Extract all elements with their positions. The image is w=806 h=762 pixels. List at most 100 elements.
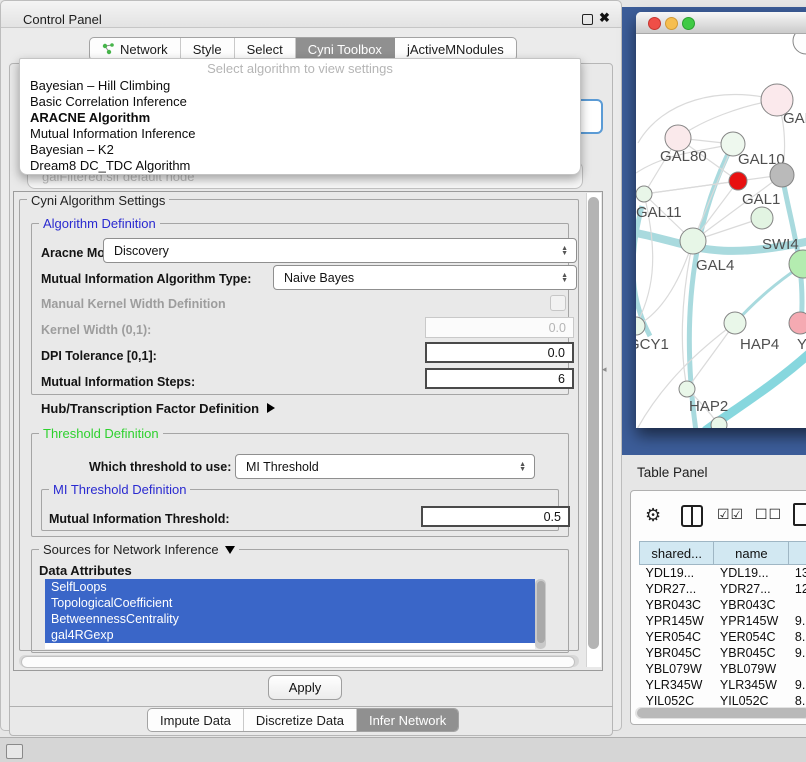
panel-dock-icon[interactable] (6, 744, 23, 759)
minimize-traffic-icon[interactable] (665, 17, 678, 30)
network-node-y[interactable] (789, 312, 806, 334)
algorithm-option[interactable]: ARACNE Algorithm (22, 110, 578, 126)
tab-cyni-toolbox[interactable]: Cyni Toolbox (296, 38, 395, 60)
attribute-list-item[interactable]: TopologicalCoefficient (45, 595, 535, 611)
table-column-header[interactable] (789, 542, 806, 565)
table-row[interactable]: YDL19...YDL19...13 (640, 565, 806, 582)
table-row[interactable]: YBL079WYBL079W (640, 661, 806, 677)
algorithm-option[interactable]: Basic Correlation Inference (22, 94, 578, 110)
network-edge[interactable] (687, 323, 735, 389)
table-cell[interactable]: YBR045C (640, 645, 714, 661)
network-node[interactable] (711, 417, 727, 428)
algorithm-option[interactable]: Dream8 DC_TDC Algorithm (22, 158, 578, 174)
which-threshold-combo[interactable]: MI Threshold ▲▼ (235, 454, 535, 479)
table-cell[interactable] (789, 597, 806, 613)
network-edge[interactable] (636, 206, 650, 336)
network-window-titlebar[interactable] (636, 12, 806, 34)
mi-steps-field[interactable]: 6 (425, 368, 574, 389)
table-horizontal-scrollbar-thumb[interactable] (637, 708, 806, 718)
table-cell[interactable]: YDL19... (640, 565, 714, 582)
attribute-list-scrollbar-thumb[interactable] (537, 581, 545, 643)
table-cell[interactable]: YDR27... (640, 581, 714, 597)
mi-threshold-field[interactable]: 0.5 (421, 506, 570, 527)
table-cell[interactable]: YDL19... (714, 565, 789, 582)
table-cell[interactable]: YLR345W (640, 677, 714, 693)
table-row[interactable]: YDR27...YDR27...12 (640, 581, 806, 597)
table-cell[interactable]: YPR145W (640, 613, 714, 629)
network-node-gal11[interactable] (636, 186, 652, 202)
apply-button[interactable]: Apply (268, 675, 342, 700)
table-cell[interactable]: YBR045C (714, 645, 789, 661)
table-row[interactable]: YLR345WYLR345W9. (640, 677, 806, 693)
algorithm-option[interactable]: Bayesian – Hill Climbing (22, 78, 578, 94)
network-node-gal4[interactable] (680, 228, 706, 254)
table-cell[interactable]: YER054C (714, 629, 789, 645)
hub-tf-definition-toggle[interactable]: Hub/Transcription Factor Definition (41, 401, 275, 416)
table-cell[interactable]: YBR043C (640, 597, 714, 613)
attribute-list-item[interactable]: gal4RGexp (45, 627, 535, 643)
table-column-header[interactable]: shared... (640, 542, 714, 565)
algorithm-dropdown-popup: Select algorithm to view settings Bayesi… (19, 58, 581, 175)
network-node[interactable] (793, 34, 806, 54)
split-columns-icon[interactable] (681, 505, 703, 527)
table-cell[interactable]: YLR345W (714, 677, 789, 693)
close-traffic-icon[interactable] (648, 17, 661, 30)
algorithm-option[interactable]: Mutual Information Inference (22, 126, 578, 142)
manual-kernel-width-checkbox[interactable] (550, 295, 566, 311)
tab-network[interactable]: Network (90, 38, 181, 60)
close-icon[interactable]: ✖ (599, 10, 610, 26)
network-node[interactable] (770, 163, 794, 187)
mi-algorithm-type-combo[interactable]: Naive Bayes ▲▼ (273, 265, 577, 290)
table-cell[interactable]: 13 (789, 565, 806, 582)
network-node-hap4[interactable] (724, 312, 746, 334)
dpi-tolerance-field[interactable]: 0.0 (425, 342, 574, 363)
network-node-hap2[interactable] (679, 381, 695, 397)
zoom-traffic-icon[interactable] (682, 17, 695, 30)
select-all-checkboxes-icon[interactable]: ☑☑ (717, 506, 744, 523)
aracne-mode-combo[interactable]: Discovery ▲▼ (103, 238, 577, 263)
network-canvas[interactable]: GALGAL80GAL10GAL1GAL11SWI4GAL4GCY1HAP4YH… (636, 34, 806, 428)
table-cell[interactable]: YDR27... (714, 581, 789, 597)
table-cell[interactable]: YBL079W (640, 661, 714, 677)
table-row[interactable]: YBR045CYBR045C9. (640, 645, 806, 661)
attribute-list-item[interactable]: BetweennessCentrality (45, 611, 535, 627)
attribute-list-item[interactable]: SelfLoops (45, 579, 535, 595)
tab-impute-data[interactable]: Impute Data (148, 709, 244, 731)
table-cell[interactable]: 9. (789, 613, 806, 629)
node-attribute-table[interactable]: shared...name YDL19...YDL19...13YDR27...… (639, 541, 806, 709)
table-row[interactable]: YPR145WYPR145W9. (640, 613, 806, 629)
gear-icon[interactable]: ⚙ (645, 505, 661, 526)
new-table-icon[interactable] (793, 503, 806, 526)
kernel-width-field[interactable]: 0.0 (425, 317, 574, 338)
network-node[interactable] (751, 207, 773, 229)
table-cell[interactable]: 9. (789, 645, 806, 661)
table-cell[interactable]: YPR145W (714, 613, 789, 629)
tab-style[interactable]: Style (181, 38, 235, 60)
network-node-gal1[interactable] (729, 172, 747, 190)
horizontal-scrollbar-thumb[interactable] (21, 656, 575, 668)
table-cell[interactable]: YER054C (640, 629, 714, 645)
tab-select[interactable]: Select (235, 38, 296, 60)
float-window-icon[interactable] (582, 14, 593, 25)
network-edge[interactable] (636, 241, 693, 326)
algorithm-option[interactable]: Bayesian – K2 (22, 142, 578, 158)
table-cell[interactable]: 8. (789, 629, 806, 645)
table-cell[interactable]: YBL079W (714, 661, 789, 677)
splitter-handle[interactable]: ◂ (602, 364, 607, 375)
table-cell[interactable]: YBR043C (714, 597, 789, 613)
vertical-scrollbar-thumb[interactable] (588, 197, 599, 649)
table-cell[interactable]: 9. (789, 677, 806, 693)
tab-discretize-data[interactable]: Discretize Data (244, 709, 357, 731)
application-window: Control Panel ✖ Network Style Select Cyn (0, 0, 806, 762)
sources-group-title[interactable]: Sources for Network Inference (39, 542, 239, 557)
table-column-header[interactable]: name (714, 542, 789, 565)
table-row[interactable]: YER054CYER054C8. (640, 629, 806, 645)
table-row[interactable]: YBR043CYBR043C (640, 597, 806, 613)
network-edge[interactable] (638, 94, 777, 143)
table-cell[interactable]: 12 (789, 581, 806, 597)
table-cell[interactable] (789, 661, 806, 677)
tab-infer-network[interactable]: Infer Network (357, 709, 458, 731)
network-view-window[interactable]: GALGAL80GAL10GAL1GAL11SWI4GAL4GCY1HAP4YH… (636, 12, 806, 428)
deselect-all-checkboxes-icon[interactable]: ☐☐ (755, 506, 782, 523)
tab-jactivemnodules[interactable]: jActiveMNodules (395, 38, 516, 60)
